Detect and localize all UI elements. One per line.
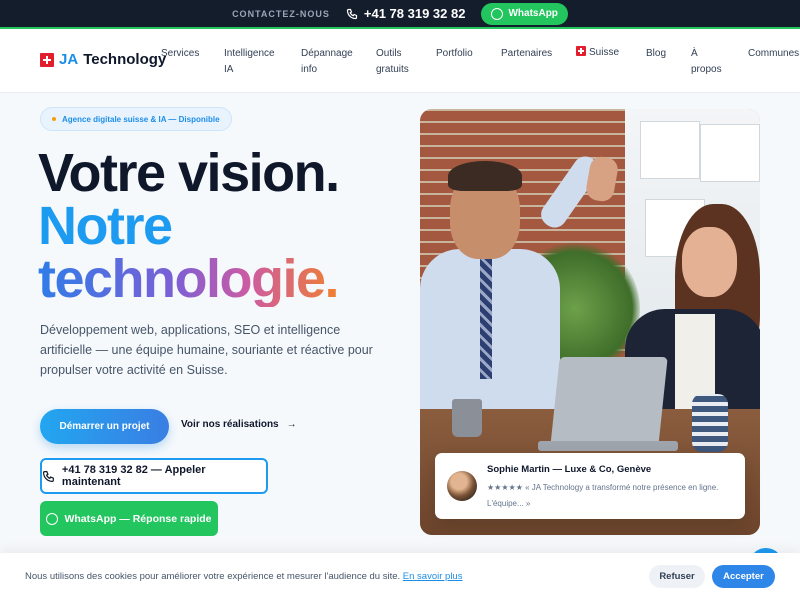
logo-technology: Technology — [83, 51, 167, 68]
site-logo[interactable]: JA Technology — [40, 51, 166, 68]
whatsapp-quick-reply-button[interactable]: WhatsApp — Réponse rapide — [40, 501, 218, 536]
hero-lead-text: Développement web, applications, SEO et … — [40, 323, 373, 377]
view-work-label: Voir nos réalisations — [181, 419, 279, 430]
nav-item-outils[interactable]: Outils gratuits — [376, 46, 409, 78]
nav-item-a-propos[interactable]: Àpropos — [691, 46, 722, 78]
topbar-phone-number: +41 78 319 32 82 — [363, 6, 466, 21]
swiss-flag-icon — [40, 52, 54, 67]
swiss-flag-icon — [576, 46, 586, 56]
laptop — [550, 357, 668, 447]
nav-item-services[interactable]: Services — [161, 46, 199, 62]
nav-item-label-line2: propos — [691, 64, 722, 75]
call-now-label: +41 78 319 32 82 — Appeler maintenant — [61, 464, 206, 488]
nav-item-suisse[interactable]: Suisse — [576, 45, 619, 61]
vase — [692, 394, 728, 452]
logo-ja: JA — [59, 51, 79, 68]
laptop-base — [538, 441, 678, 451]
whatsapp-quick-reply-label: WhatsApp — Réponse rapide — [64, 512, 212, 525]
woman-face — [682, 227, 737, 297]
nav-item-label: Outils — [376, 48, 402, 59]
whatsapp-icon — [491, 7, 504, 20]
nav-item-label: Blog — [646, 48, 667, 59]
cookie-accept-button[interactable]: Accepter — [712, 565, 775, 588]
start-project-button[interactable]: Démarrer un projet — [40, 409, 169, 444]
hero-title-line3: technologie. — [38, 249, 340, 309]
nav-item-intelligence-ia[interactable]: Intelligence IA — [224, 46, 275, 78]
cookie-text: Nous utilisons des cookies pour améliore… — [25, 571, 462, 582]
nav-item-blog[interactable]: Blog — [646, 46, 666, 62]
man-hair — [448, 161, 522, 191]
cookie-banner: Nous utilisons des cookies pour améliore… — [0, 553, 800, 600]
arrow-right-icon: → — [286, 419, 297, 430]
nav-item-label: Suisse — [589, 47, 620, 58]
hero-title-line2: Notre — [38, 196, 173, 256]
top-contact-bar: CONTACTEZ-NOUS +41 78 319 32 82 WhatsApp — [0, 0, 800, 27]
topbar-whatsapp-label: WhatsApp — [508, 8, 558, 19]
view-work-link[interactable]: Voir nos réalisations → — [181, 419, 297, 430]
wall-chart — [700, 124, 760, 182]
hero-title-line1: Votre vision. — [38, 143, 340, 203]
nav-item-label: Portfolio — [436, 48, 473, 59]
nav-item-label: Partenaires — [501, 48, 553, 59]
nav-item-label-line2: IA — [224, 64, 234, 75]
main-navigation: JA Technology Services Intelligence IA Dé… — [0, 27, 800, 93]
contact-label: CONTACTEZ-NOUS — [232, 8, 330, 19]
cookie-learn-more-link[interactable]: En savoir plus — [403, 571, 463, 582]
tie — [480, 259, 492, 379]
cookie-message: Nous utilisons des cookies pour améliore… — [25, 571, 401, 582]
topbar-whatsapp-button[interactable]: WhatsApp — [481, 2, 568, 25]
nav-item-label: Communes — [748, 48, 800, 59]
call-now-button[interactable]: +41 78 319 32 82 — Appeler maintenant — [40, 458, 268, 494]
mug — [452, 399, 482, 437]
badge-text: Agence digitale suisse & IA — Disponible — [62, 114, 220, 124]
phone-icon — [346, 8, 357, 19]
testimonial-quote: ★★★★★ « JA Technology a transformé notre… — [487, 483, 719, 508]
availability-badge: Agence digitale suisse & IA — Disponible — [40, 107, 232, 131]
status-dot — [52, 117, 56, 121]
nav-item-label: Intelligence — [224, 48, 275, 59]
nav-item-label: Services — [161, 48, 200, 59]
nav-item-partenaires[interactable]: Partenaires — [501, 46, 552, 62]
phone-icon — [43, 470, 54, 482]
avatar — [447, 471, 477, 501]
testimonial-author: Sophie Martin — Luxe & Co, Genève — [487, 464, 652, 475]
nav-item-portfolio[interactable]: Portfolio — [436, 46, 473, 62]
nav-item-label: À — [691, 48, 698, 59]
testimonial-card: Sophie Martin — Luxe & Co, Genève ★★★★★ … — [435, 453, 745, 519]
nav-item-communes[interactable]: Communes — [748, 46, 799, 62]
nav-item-label-line2: gratuits — [376, 64, 409, 75]
nav-item-depannage[interactable]: Dépannage info — [301, 46, 353, 78]
nav-item-label-line2: info — [301, 64, 318, 75]
wall-chart — [640, 121, 700, 179]
topbar-phone-link[interactable]: +41 78 319 32 82 — [346, 6, 466, 21]
nav-item-label: Dépannage — [301, 48, 353, 59]
cookie-refuse-button[interactable]: Refuser — [649, 565, 705, 588]
whatsapp-icon — [46, 512, 59, 525]
